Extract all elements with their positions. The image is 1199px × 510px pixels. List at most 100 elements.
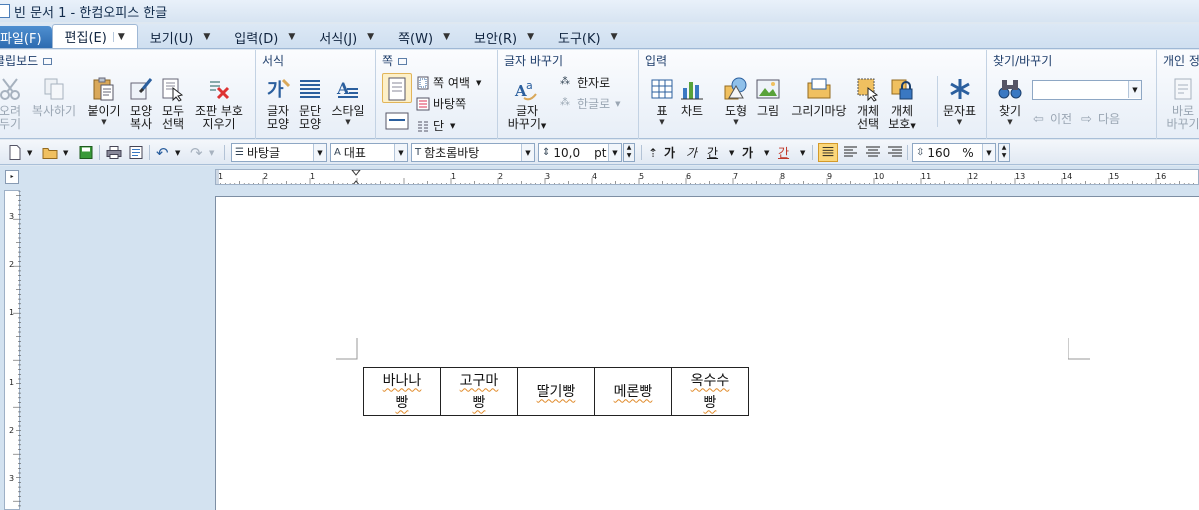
save-icon[interactable]: [79, 143, 93, 162]
menu-page[interactable]: 쪽(W) ▼: [386, 26, 462, 48]
object-protect-button[interactable]: 개체 보호▼: [885, 76, 919, 133]
chevron-down-icon[interactable]: ▼: [982, 144, 995, 161]
line-spacing-stepper[interactable]: ▲ ▼: [998, 143, 1010, 162]
style-select[interactable]: ☰ 바탕글 ▼: [231, 143, 327, 162]
indent-marker[interactable]: [351, 170, 361, 185]
shape-button[interactable]: 도형 ▼: [721, 76, 751, 127]
find-input[interactable]: ▼: [1032, 80, 1142, 100]
paste-button[interactable]: 붙이기 ▼: [82, 76, 126, 127]
format-copy-button[interactable]: 모양 복사: [126, 76, 156, 131]
font-size-stepper[interactable]: ▲ ▼: [623, 143, 635, 162]
chevron-down-icon[interactable]: ▼: [764, 143, 769, 162]
bar-chart-icon: [681, 82, 703, 100]
chevron-down-icon[interactable]: ▼: [112, 31, 125, 42]
align-left-icon[interactable]: [842, 143, 860, 162]
ruler-label: 12: [968, 172, 978, 181]
style-button[interactable]: A 스타일 ▼: [328, 76, 368, 127]
font-select[interactable]: T 함초롬바탕 ▼: [411, 143, 535, 162]
page-setup-button[interactable]: [382, 73, 412, 103]
chart-button[interactable]: 차트: [677, 76, 707, 118]
chevron-down-icon[interactable]: ▼: [175, 143, 180, 162]
columns-button[interactable]: 단 ▼: [416, 117, 455, 134]
italic-button[interactable]: 가: [686, 143, 697, 162]
font-color-button[interactable]: 간: [778, 143, 789, 162]
find-prev-button[interactable]: ⇦ 이전: [1033, 110, 1072, 127]
vertical-ruler[interactable]: 3 2 1 1 2 3: [4, 190, 21, 510]
copy-button[interactable]: 복사하기: [26, 76, 82, 118]
chevron-down-icon[interactable]: ▼: [313, 144, 326, 161]
ruler-label: 7: [733, 172, 738, 181]
master-page-button[interactable]: 바탕쪽: [416, 95, 466, 112]
title-bar: 빈 문서 1 - 한컴오피스 한글: [0, 0, 1199, 22]
menu-tools[interactable]: 도구(K) ▼: [546, 26, 630, 48]
chevron-down-icon[interactable]: ▼: [608, 144, 621, 161]
find-next-button[interactable]: ⇨ 다음: [1081, 110, 1120, 127]
hwp-app-icon[interactable]: [0, 4, 10, 18]
font-size-input[interactable]: ⇕ 10,0 pt ▼: [538, 143, 622, 162]
char-shape-button[interactable]: 가 글자 모양: [262, 76, 294, 131]
table-button[interactable]: 표 ▼: [647, 76, 677, 127]
chevron-down-icon[interactable]: ▼: [209, 143, 214, 162]
menu-security[interactable]: 보안(R) ▼: [462, 26, 546, 48]
document-page[interactable]: 바나나 빵 고구마 빵 딸기빵 메론빵 옥수수 빵: [215, 196, 1199, 510]
redo-icon[interactable]: ↷: [190, 143, 203, 162]
strike-button[interactable]: 가: [742, 143, 753, 162]
find-button[interactable]: 찾기 ▼: [995, 76, 1025, 127]
erase-marks-button[interactable]: 조판 부호 지우기: [190, 76, 248, 131]
menu-file[interactable]: 파일(F): [0, 26, 52, 48]
chevron-down-icon[interactable]: ▼: [800, 143, 805, 162]
chevron-down-icon[interactable]: ▼: [729, 143, 734, 162]
font-size-up-icon[interactable]: ⇡: [648, 143, 658, 162]
align-right-icon[interactable]: [886, 143, 904, 162]
language-select[interactable]: A 대표 ▼: [330, 143, 408, 162]
binoculars-icon: [998, 80, 1022, 99]
underline-button[interactable]: 간: [707, 143, 718, 162]
line-spacing-input[interactable]: ⇳ 160% ▼: [912, 143, 996, 162]
chevron-down-icon[interactable]: ▼: [63, 143, 68, 162]
char-change-button[interactable]: Aa 글자 바꾸기▼: [504, 76, 550, 133]
group-personal: 개인 정 바로 바꾸기: [1157, 50, 1199, 139]
group-insert: 입력 표 ▼ 차트 도형 ▼ 그림 그리기마당 개체 선택 개체 보호▼ 문자표…: [639, 50, 987, 139]
chevron-down-icon[interactable]: ▼: [394, 144, 407, 161]
document-table[interactable]: 바나나 빵 고구마 빵 딸기빵 메론빵 옥수수 빵: [363, 367, 749, 416]
undo-icon[interactable]: ↶: [156, 143, 169, 162]
select-all-button[interactable]: 모두 선택: [158, 76, 188, 131]
align-justify-icon[interactable]: [818, 143, 838, 162]
object-select-button[interactable]: 개체 선택: [853, 76, 883, 131]
symbol-button[interactable]: 문자표 ▼: [937, 76, 977, 127]
page-margin-button[interactable]: 쪽 여백 ▼: [416, 74, 481, 91]
table-cell[interactable]: 바나나 빵: [363, 367, 441, 416]
table-cell[interactable]: 메론빵: [594, 367, 672, 416]
menu-view[interactable]: 보기(U) ▼: [138, 26, 223, 48]
bold-button[interactable]: 가: [664, 143, 675, 162]
new-document-icon[interactable]: [8, 143, 22, 162]
table-cell[interactable]: 고구마 빵: [440, 367, 518, 416]
ruler-corner-button[interactable]: ▸: [5, 170, 19, 184]
chevron-down-icon[interactable]: ▼: [521, 144, 534, 161]
group-clipboard: 클립보드 오려두기 복사하기 붙이기▼ 모양복사 모두선택 조판 부호지우기: [0, 50, 256, 139]
menu-insert[interactable]: 입력(D) ▼: [222, 26, 307, 48]
open-folder-icon[interactable]: [42, 143, 58, 162]
ruler-label: 1: [451, 172, 456, 181]
clipart-button[interactable]: 그리기마당: [787, 76, 851, 118]
horizontal-ruler[interactable]: 1211234567891011121314151617: [215, 169, 1199, 185]
para-shape-button[interactable]: 문단 모양: [294, 76, 326, 131]
page-orientation-button[interactable]: [382, 108, 412, 137]
dialog-launcher-icon[interactable]: [43, 58, 53, 65]
print-preview-icon[interactable]: [128, 143, 144, 162]
picture-button[interactable]: 그림: [753, 76, 783, 118]
to-hangul-button[interactable]: ⁂ 한글로 ▼: [560, 95, 621, 112]
align-center-icon[interactable]: [864, 143, 882, 162]
chevron-down-icon[interactable]: ▼: [1128, 81, 1141, 98]
menu-edit[interactable]: 편집(E) ▼: [51, 24, 138, 48]
print-icon[interactable]: [106, 143, 122, 162]
eraser-icon: [210, 81, 230, 100]
table-cell[interactable]: 딸기빵: [517, 367, 595, 416]
dialog-launcher-icon[interactable]: [398, 58, 408, 65]
table-cell[interactable]: 옥수수 빵: [671, 367, 749, 416]
menu-format[interactable]: 서식(J) ▼: [307, 26, 386, 48]
ruler-label: 9: [827, 172, 832, 181]
to-hanja-button[interactable]: ⁂ 한자로: [560, 74, 610, 91]
auto-correct-button[interactable]: 바로 바꾸기: [1163, 76, 1199, 131]
chevron-down-icon[interactable]: ▼: [27, 143, 32, 162]
